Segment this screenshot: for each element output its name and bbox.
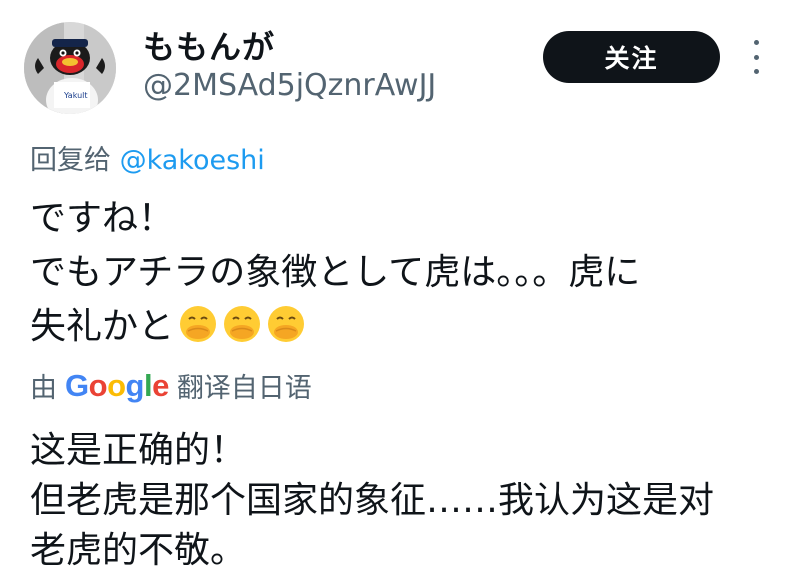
mascot-avatar-icon: Yakult <box>24 22 116 114</box>
translated-by-prefix: 由 <box>30 373 57 404</box>
reply-to-line: 回复给 @kakoeshi <box>30 138 265 177</box>
follow-button[interactable]: 关注 <box>543 31 720 83</box>
translated-by-line[interactable]: 由 Google 翻译自日语 <box>30 366 312 405</box>
more-dots-vertical-icon <box>753 40 759 45</box>
avatar[interactable]: Yakult <box>24 22 116 114</box>
google-logo: Google <box>65 367 169 403</box>
display-name[interactable]: ももんが <box>143 22 275 68</box>
translated-by-suffix: 翻译自日语 <box>176 373 312 404</box>
tweet-line: 失礼かと <box>30 306 175 347</box>
tweet-detail: Yakult ももんが @2MSAd5jQznrAwJJ 关注 回复给 @kak… <box>0 0 800 571</box>
face-with-hand-over-mouth-emoji-icon <box>268 306 305 342</box>
more-options-button[interactable] <box>745 40 767 74</box>
translation-line: 老虎的不敬。 <box>30 530 247 571</box>
reply-mention-link[interactable]: @kakoeshi <box>120 145 265 176</box>
user-handle[interactable]: @2MSAd5jQznrAwJJ <box>143 68 436 103</box>
tweet-text: ですね！ でもアチラの象徴として虎は。。。虎に 失礼かと <box>30 192 790 354</box>
translation-line: 但老虎是那个国家的象征……我认为这是对 <box>30 480 715 521</box>
tweet-line: ですね！ <box>30 198 175 239</box>
reply-to-prefix: 回复给 <box>30 145 111 176</box>
tweet-line-with-emoji: 失礼かと <box>30 300 790 354</box>
tweet-line: でもアチラの象徴として虎は。。。虎に <box>30 252 641 293</box>
face-with-hand-over-mouth-emoji-icon <box>180 306 217 342</box>
translation-line: 这是正确的！ <box>30 430 247 471</box>
face-with-hand-over-mouth-emoji-icon <box>224 306 261 342</box>
more-dots-vertical-icon <box>753 69 759 74</box>
more-dots-vertical-icon <box>753 54 759 60</box>
translated-text: 这是正确的！ 但老虎是那个国家的象征……我认为这是对 老虎的不敬。 <box>30 426 790 576</box>
svg-text:Yakult: Yakult <box>63 91 88 100</box>
